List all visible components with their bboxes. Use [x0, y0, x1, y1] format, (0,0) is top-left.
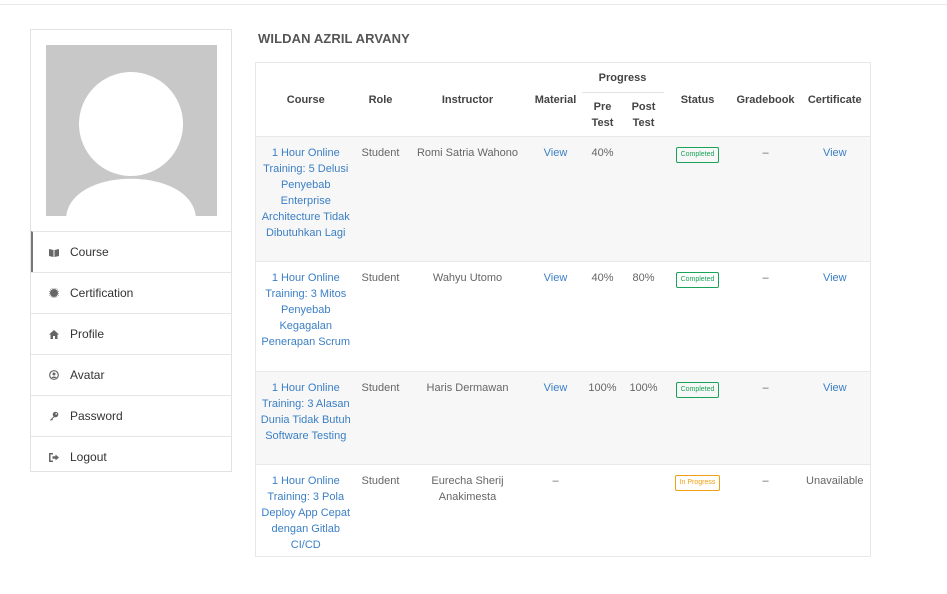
avatar — [46, 45, 217, 216]
course-table: Course Role Instructor Material Progress… — [255, 62, 872, 557]
sidebar-menu: Course Certification Profile Avatar Pass… — [31, 231, 231, 477]
sidebar-item-avatar[interactable]: Avatar — [31, 354, 231, 395]
course-link[interactable]: 1 Hour Online Training: 3 Pola Deploy Ap… — [256, 473, 356, 553]
course-link[interactable]: 1 Hour Online Training: 5 Delusi Penyeba… — [256, 145, 356, 241]
column-header-status: Status — [680, 93, 715, 106]
sidebar-item-course[interactable]: Course — [31, 231, 231, 272]
instructor-cell: Wahyu Utomo — [432, 272, 503, 284]
pre-test-cell: 40% — [591, 147, 614, 159]
sidebar-item-profile[interactable]: Profile — [31, 313, 231, 354]
course-link[interactable]: 1 Hour Online Training: 3 Alasan Dunia T… — [256, 380, 356, 444]
table-header: Course Role Instructor Material Progress… — [256, 62, 871, 137]
pre-test-cell: 40% — [591, 272, 614, 284]
status-badge: Completed — [675, 147, 720, 163]
gradebook-cell: – — [762, 475, 769, 487]
material-view-link[interactable]: View — [544, 382, 568, 394]
table-row: 1 Hour Online Training: 3 Pola Deploy Ap… — [255, 464, 871, 557]
post-test-cell — [624, 465, 664, 557]
column-header-certificate: Certificate — [807, 93, 862, 106]
post-test-cell: 100% — [629, 382, 658, 394]
column-header-role: Role — [368, 93, 393, 106]
role-cell: Student — [361, 272, 400, 284]
pre-test-cell: 100% — [588, 382, 617, 394]
material-view-link[interactable]: View — [544, 272, 568, 284]
certificate-view-link[interactable]: View — [823, 272, 847, 284]
sidebar-item-certification[interactable]: Certification — [31, 272, 231, 313]
user-circle-icon — [48, 369, 60, 381]
profile-sidebar: Course Certification Profile Avatar Pass… — [30, 29, 232, 472]
role-cell: Student — [361, 147, 400, 159]
sidebar-item-password[interactable]: Password — [31, 395, 231, 436]
certificate-cell: Unavailable — [806, 475, 864, 487]
default-avatar-icon — [46, 45, 217, 216]
top-divider — [0, 4, 947, 5]
column-header-pre-test: Pre Test — [591, 100, 614, 129]
sign-out-icon — [48, 451, 60, 463]
post-test-cell — [624, 137, 664, 262]
page-title: WILDAN AZRIL ARVANY — [258, 31, 410, 46]
sidebar-item-label: Profile — [70, 327, 105, 341]
sidebar-item-logout[interactable]: Logout — [31, 436, 231, 477]
instructor-cell: Eurecha Sherij Anakimesta — [431, 475, 504, 503]
table-row: 1 Hour Online Training: 3 Alasan Dunia T… — [255, 371, 871, 465]
sidebar-item-label: Avatar — [70, 368, 105, 382]
book-icon — [48, 246, 60, 258]
gradebook-cell: – — [762, 382, 769, 394]
gradebook-cell: – — [762, 147, 769, 159]
sidebar-item-label: Password — [70, 409, 123, 423]
column-header-instructor: Instructor — [441, 93, 494, 106]
status-badge: In Progress — [674, 475, 721, 491]
course-link[interactable]: 1 Hour Online Training: 3 Mitos Penyebab… — [256, 270, 356, 350]
column-header-course: Course — [286, 93, 325, 106]
column-header-material: Material — [534, 93, 577, 106]
table-row: 1 Hour Online Training: 5 Delusi Penyeba… — [255, 136, 871, 262]
instructor-cell: Romi Satria Wahono — [416, 147, 519, 159]
column-header-progress: Progress — [581, 62, 664, 93]
status-badge: Completed — [675, 272, 720, 288]
status-badge: Completed — [675, 382, 720, 398]
sidebar-item-label: Certification — [70, 286, 134, 300]
column-header-post-test: Post Test — [631, 100, 656, 129]
gradebook-cell: – — [762, 272, 769, 284]
material-view-link[interactable]: View — [544, 147, 568, 159]
key-icon — [48, 410, 60, 422]
sidebar-item-label: Course — [70, 245, 109, 259]
post-test-cell: 80% — [632, 272, 655, 284]
column-header-gradebook: Gradebook — [736, 93, 795, 106]
certificate-view-link[interactable]: View — [823, 382, 847, 394]
pre-test-cell — [582, 465, 624, 557]
sidebar-item-label: Logout — [70, 450, 107, 464]
role-cell: Student — [361, 475, 400, 487]
table-row: 1 Hour Online Training: 3 Mitos Penyebab… — [255, 261, 871, 372]
home-icon — [48, 328, 60, 340]
certificate-view-link[interactable]: View — [823, 147, 847, 159]
instructor-cell: Haris Dermawan — [426, 382, 509, 394]
certificate-icon — [48, 287, 60, 299]
material-cell: – — [552, 475, 559, 487]
role-cell: Student — [361, 382, 400, 394]
